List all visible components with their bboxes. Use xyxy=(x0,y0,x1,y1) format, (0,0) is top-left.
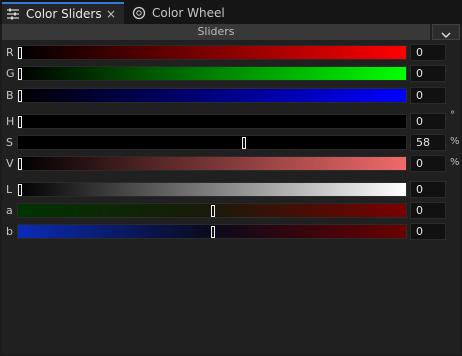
unit-label: % xyxy=(450,136,460,147)
unit-label: % xyxy=(450,157,460,168)
value-field-r[interactable]: 0 xyxy=(410,44,446,61)
slider-handle[interactable] xyxy=(211,226,215,238)
close-icon[interactable]: × xyxy=(106,7,116,21)
value-field-b[interactable]: 0 xyxy=(410,223,446,240)
slider-label-h: H xyxy=(6,115,15,128)
slider-handle[interactable] xyxy=(211,205,215,217)
slider-g[interactable] xyxy=(17,66,407,81)
slider-handle[interactable] xyxy=(18,47,22,59)
slider-label-g: G xyxy=(6,67,15,80)
tab-bar: Color Sliders × Color Wheel xyxy=(0,0,462,24)
slider-handle[interactable] xyxy=(18,184,22,196)
slider-r[interactable] xyxy=(17,45,407,60)
sliders-icon xyxy=(6,7,20,21)
color-wheel-icon xyxy=(132,6,146,20)
value-field-s[interactable]: 58 xyxy=(410,134,446,151)
chevron-down-icon xyxy=(441,23,451,42)
value-field-a[interactable]: 0 xyxy=(410,202,446,219)
slider-label-b: b xyxy=(6,225,13,238)
slider-label-l: L xyxy=(6,183,13,196)
slider-label-a: a xyxy=(6,204,13,217)
options-dropdown-button[interactable] xyxy=(432,24,460,40)
tab-label: Color Sliders xyxy=(26,7,102,21)
value-field-v[interactable]: 0 xyxy=(410,155,446,172)
sliders-section-header[interactable]: Sliders xyxy=(2,24,430,40)
slider-label-v: V xyxy=(6,157,14,170)
value-field-b[interactable]: 0 xyxy=(410,87,446,104)
slider-b[interactable] xyxy=(17,224,407,239)
tab-label: Color Wheel xyxy=(152,6,225,20)
slider-handle[interactable] xyxy=(18,116,22,128)
slider-h[interactable] xyxy=(17,114,407,129)
slider-handle[interactable] xyxy=(18,158,22,170)
slider-label-r: R xyxy=(6,46,14,59)
slider-handle[interactable] xyxy=(18,90,22,102)
value-field-g[interactable]: 0 xyxy=(410,65,446,82)
slider-handle[interactable] xyxy=(241,137,246,149)
value-field-h[interactable]: 0 xyxy=(410,113,446,130)
slider-b[interactable] xyxy=(17,88,407,103)
unit-label: ° xyxy=(450,110,455,121)
slider-a[interactable] xyxy=(17,203,407,218)
tab-color-sliders[interactable]: Color Sliders × xyxy=(2,2,124,24)
slider-handle[interactable] xyxy=(18,68,22,80)
slider-v[interactable] xyxy=(17,156,407,171)
slider-label-s: S xyxy=(6,136,13,149)
slider-label-b: B xyxy=(6,89,14,102)
value-field-l[interactable]: 0 xyxy=(410,181,446,198)
tab-color-wheel[interactable]: Color Wheel xyxy=(128,2,248,24)
slider-l[interactable] xyxy=(17,182,407,197)
slider-s[interactable] xyxy=(17,135,407,150)
